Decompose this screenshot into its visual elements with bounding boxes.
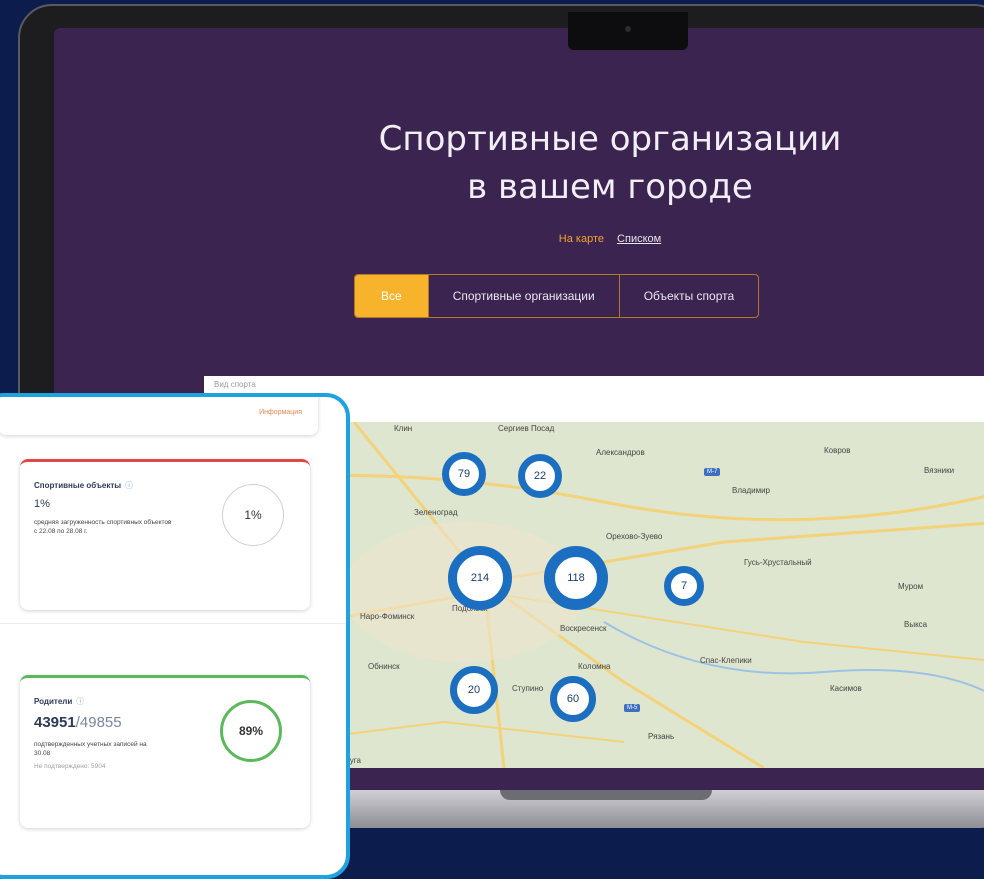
- divider: [0, 623, 346, 624]
- map-cluster[interactable]: 118: [544, 546, 608, 610]
- sport-objects-value: 1%: [34, 498, 50, 510]
- map-place: Рязань: [648, 732, 675, 741]
- map-place: Ковров: [824, 446, 851, 455]
- tab-sport-organizations[interactable]: Спортивные организации: [429, 275, 620, 317]
- map-place: Коломна: [578, 662, 611, 671]
- parents-title: Родители ⓘ: [34, 696, 84, 707]
- camera-icon: [625, 26, 631, 32]
- info-link[interactable]: Информация: [259, 409, 302, 416]
- parents-note: Не подтверждено: 5904: [34, 763, 106, 770]
- map-place: Наро-Фоминск: [360, 612, 415, 621]
- map-cluster[interactable]: 60: [550, 676, 596, 722]
- map-place: Воскресенск: [560, 624, 607, 633]
- view-list-link[interactable]: Списком: [617, 233, 661, 245]
- parents-value-total: /49855: [75, 714, 122, 731]
- map-place: Клин: [394, 424, 413, 433]
- sport-objects-card: Спортивные объекты ⓘ 1% средняя загруженн…: [20, 459, 310, 610]
- parents-value-confirmed: 43951: [34, 714, 76, 731]
- parents-card: Родители ⓘ 43951/49855 подтвержденных уче…: [20, 675, 310, 828]
- parents-value: 43951/49855: [34, 714, 122, 731]
- map-place: Ступино: [512, 684, 544, 693]
- map-place: Гусь-Хрустальный: [744, 558, 812, 567]
- map-cluster[interactable]: 214: [448, 546, 512, 610]
- map-place: Касимов: [830, 684, 862, 693]
- parents-description: подтвержденных учетных записей на 30.08: [34, 741, 147, 757]
- top-card: Информация: [0, 397, 318, 435]
- sport-objects-ring: 1%: [222, 484, 284, 546]
- help-icon[interactable]: ⓘ: [76, 697, 84, 706]
- view-switch: На карте Списком: [0, 233, 984, 245]
- tab-all[interactable]: Все: [355, 275, 429, 317]
- map-place: Сергиев Посад: [498, 424, 555, 433]
- highway-badge: М-7: [704, 468, 721, 476]
- sport-objects-title-text: Спортивные объекты: [34, 481, 122, 490]
- map-place: Орехово-Зуево: [606, 532, 663, 541]
- map-cluster[interactable]: 79: [442, 452, 486, 496]
- page-title-line2: в вашем городе: [467, 167, 753, 207]
- map-cluster[interactable]: 7: [664, 566, 704, 606]
- map-place: Вязники: [924, 466, 955, 475]
- map-place: Александров: [596, 448, 645, 457]
- map-place: Муром: [898, 582, 924, 591]
- filter-tabs: Все Спортивные организации Объекты спорт…: [354, 274, 760, 318]
- help-icon[interactable]: ⓘ: [125, 481, 133, 490]
- map-place: Обнинск: [368, 662, 400, 671]
- dashboard-panel: Информация Спортивные объекты ⓘ 1% средня…: [0, 393, 350, 879]
- map-cluster[interactable]: 20: [450, 666, 498, 714]
- laptop-groove: [500, 790, 712, 800]
- map-place: Выкса: [904, 620, 928, 629]
- page-title: Спортивные организации в вашем городе: [200, 115, 984, 211]
- sport-objects-title: Спортивные объекты ⓘ: [34, 480, 133, 491]
- view-map-link[interactable]: На карте: [559, 233, 604, 245]
- page-title-line1: Спортивные организации: [378, 119, 842, 159]
- parents-title-text: Родители: [34, 697, 73, 706]
- map-place: Спас-Клепики: [700, 656, 752, 665]
- sport-objects-description: средняя загруженность спортивных объекто…: [34, 519, 172, 535]
- search-placeholder: Вид спорта: [214, 380, 256, 389]
- map-place: Владимир: [732, 486, 771, 495]
- camera-notch: [568, 12, 688, 50]
- highway-badge: М-5: [624, 704, 641, 712]
- map-cluster[interactable]: 22: [518, 454, 562, 498]
- map-place: Зеленоград: [414, 508, 458, 517]
- tab-sport-objects[interactable]: Объекты спорта: [620, 275, 758, 317]
- parents-ring: 89%: [220, 700, 282, 762]
